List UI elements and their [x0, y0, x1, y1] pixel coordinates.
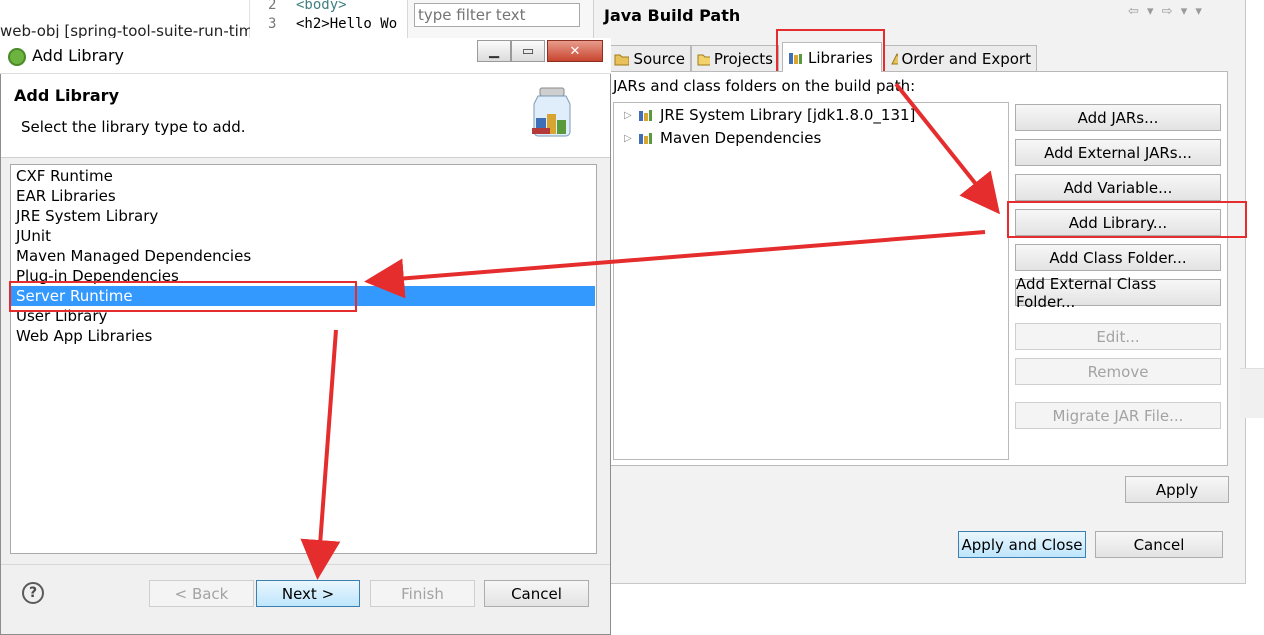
- tab-projects[interactable]: Projects: [691, 45, 779, 71]
- server-runtime-highlight: [9, 281, 357, 312]
- migrate-jar-button[interactable]: Migrate JAR File...: [1015, 402, 1221, 429]
- back-button[interactable]: < Back: [149, 580, 254, 607]
- page-title: Java Build Path: [604, 6, 741, 25]
- filter-input[interactable]: [414, 3, 580, 27]
- add-library-highlight: [1007, 201, 1247, 238]
- list-item-cxf-runtime[interactable]: CXF Runtime: [16, 166, 113, 186]
- dialog-footer-divider: [1, 564, 610, 565]
- order-export-icon: [891, 52, 898, 64]
- tab-libraries[interactable]: Libraries: [782, 42, 882, 72]
- expand-icon[interactable]: ▷: [624, 133, 632, 144]
- dialog-header-title: Add Library: [14, 86, 119, 105]
- tree-item-jre[interactable]: ▷ JRE System Library [jdk1.8.0_131]: [624, 106, 915, 124]
- library-icon: [639, 133, 652, 144]
- spring-app-icon: [8, 48, 26, 66]
- close-icon[interactable]: ✕: [547, 40, 603, 62]
- code-line: <body>: [296, 0, 347, 13]
- tab-source[interactable]: Source: [608, 45, 691, 71]
- add-external-jars-button[interactable]: Add External JARs...: [1015, 139, 1221, 166]
- help-icon[interactable]: ?: [22, 582, 44, 604]
- add-class-folder-button[interactable]: Add Class Folder...: [1015, 244, 1221, 271]
- cancel-button[interactable]: Cancel: [1095, 531, 1223, 558]
- list-item-ear-libraries[interactable]: EAR Libraries: [16, 186, 116, 206]
- line-number: 2: [268, 0, 277, 13]
- tab-label: Projects: [713, 49, 773, 68]
- list-item-web-app-libraries[interactable]: Web App Libraries: [16, 326, 152, 346]
- list-item-jre-system-library[interactable]: JRE System Library: [16, 206, 158, 226]
- build-path-tree[interactable]: [613, 102, 1009, 460]
- tree-item-maven[interactable]: ▷ Maven Dependencies: [624, 129, 821, 147]
- apply-and-close-button[interactable]: Apply and Close: [958, 531, 1086, 558]
- history-nav-icons[interactable]: ⇦ ▾ ⇨ ▾ ▾: [1128, 4, 1204, 19]
- tree-item-label: JRE System Library [jdk1.8.0_131]: [660, 106, 916, 124]
- dialog-cancel-button[interactable]: Cancel: [484, 580, 589, 607]
- add-variable-button[interactable]: Add Variable...: [1015, 174, 1221, 201]
- tab-label: Libraries: [808, 48, 873, 67]
- finish-button[interactable]: Finish: [370, 580, 475, 607]
- add-jars-button[interactable]: Add JARs...: [1015, 104, 1221, 131]
- code-line: <h2>Hello Wo: [296, 16, 398, 32]
- remove-button[interactable]: Remove: [1015, 358, 1221, 385]
- list-item-junit[interactable]: JUnit: [16, 226, 51, 246]
- expand-icon[interactable]: ▷: [624, 110, 632, 121]
- maximize-icon[interactable]: ▭: [511, 40, 545, 62]
- source-folder-icon: [614, 54, 630, 65]
- edit-button[interactable]: Edit...: [1015, 323, 1221, 350]
- tab-label: Source: [633, 49, 685, 68]
- libraries-icon: [789, 52, 802, 64]
- minimize-icon[interactable]: ▁: [477, 40, 511, 62]
- background-scroll-area: [1240, 368, 1264, 418]
- tab-label: Order and Export: [901, 49, 1032, 68]
- apply-button[interactable]: Apply: [1125, 476, 1229, 503]
- projects-folder-icon: [697, 54, 710, 65]
- library-jar-icon: [532, 87, 571, 137]
- line-number: 3: [268, 16, 277, 32]
- dialog-header-description: Select the library type to add.: [21, 118, 246, 136]
- tree-item-label: Maven Dependencies: [660, 129, 822, 147]
- list-item-maven-managed-dependencies[interactable]: Maven Managed Dependencies: [16, 246, 251, 266]
- library-icon: [639, 110, 652, 121]
- dialog-window-title: Add Library: [32, 46, 125, 65]
- add-external-class-folder-button[interactable]: Add External Class Folder...: [1015, 275, 1221, 311]
- tab-order-and-export[interactable]: Order and Export: [884, 45, 1037, 71]
- build-path-label: JARs and class folders on the build path…: [613, 77, 916, 95]
- next-button[interactable]: Next >: [256, 580, 360, 607]
